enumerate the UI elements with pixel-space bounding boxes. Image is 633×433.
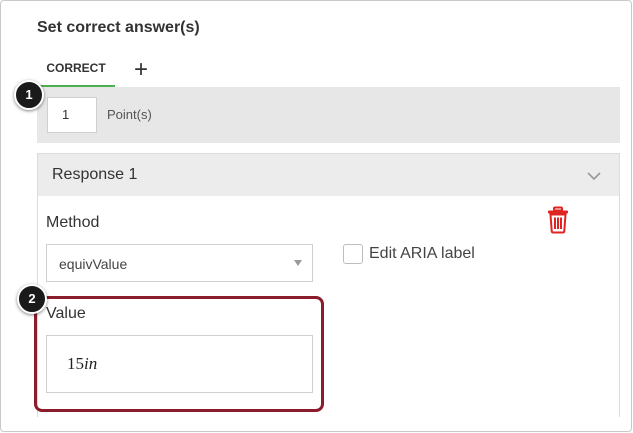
value-input[interactable]: 15in <box>46 335 313 393</box>
plus-icon: + <box>133 56 148 83</box>
caret-down-icon <box>294 260 302 266</box>
points-label: Point(s) <box>107 107 152 122</box>
callout-badge-1: 1 <box>14 80 44 110</box>
points-input[interactable]: 1 <box>47 97 97 133</box>
set-correct-answers-panel: Set correct answer(s) CORRECT + 1 Point(… <box>0 0 632 432</box>
callout-badge-2: 2 <box>17 284 47 314</box>
trash-icon[interactable] <box>546 206 570 234</box>
points-row: 1 Point(s) <box>37 87 620 143</box>
value-number: 15 <box>67 354 84 373</box>
value-label: Value <box>46 305 86 322</box>
response-header[interactable]: Response 1 <box>38 154 619 196</box>
method-select-value: equivValue <box>59 256 128 272</box>
method-label: Method <box>46 214 100 231</box>
value-unit: in <box>84 354 98 373</box>
add-tab-button[interactable]: + <box>129 57 153 85</box>
value-math: 15in <box>67 354 97 374</box>
method-select[interactable]: equivValue <box>46 244 313 282</box>
response-card: Response 1 Method equivValue Edit ARIA l… <box>37 153 620 417</box>
chevron-down-icon[interactable] <box>587 169 601 183</box>
tab-correct[interactable]: CORRECT <box>37 57 115 87</box>
section-title: Set correct answer(s) <box>37 19 200 36</box>
response-title: Response 1 <box>52 166 138 183</box>
edit-aria-label-text[interactable]: Edit ARIA label <box>369 245 475 263</box>
edit-aria-label-checkbox[interactable] <box>343 244 363 264</box>
